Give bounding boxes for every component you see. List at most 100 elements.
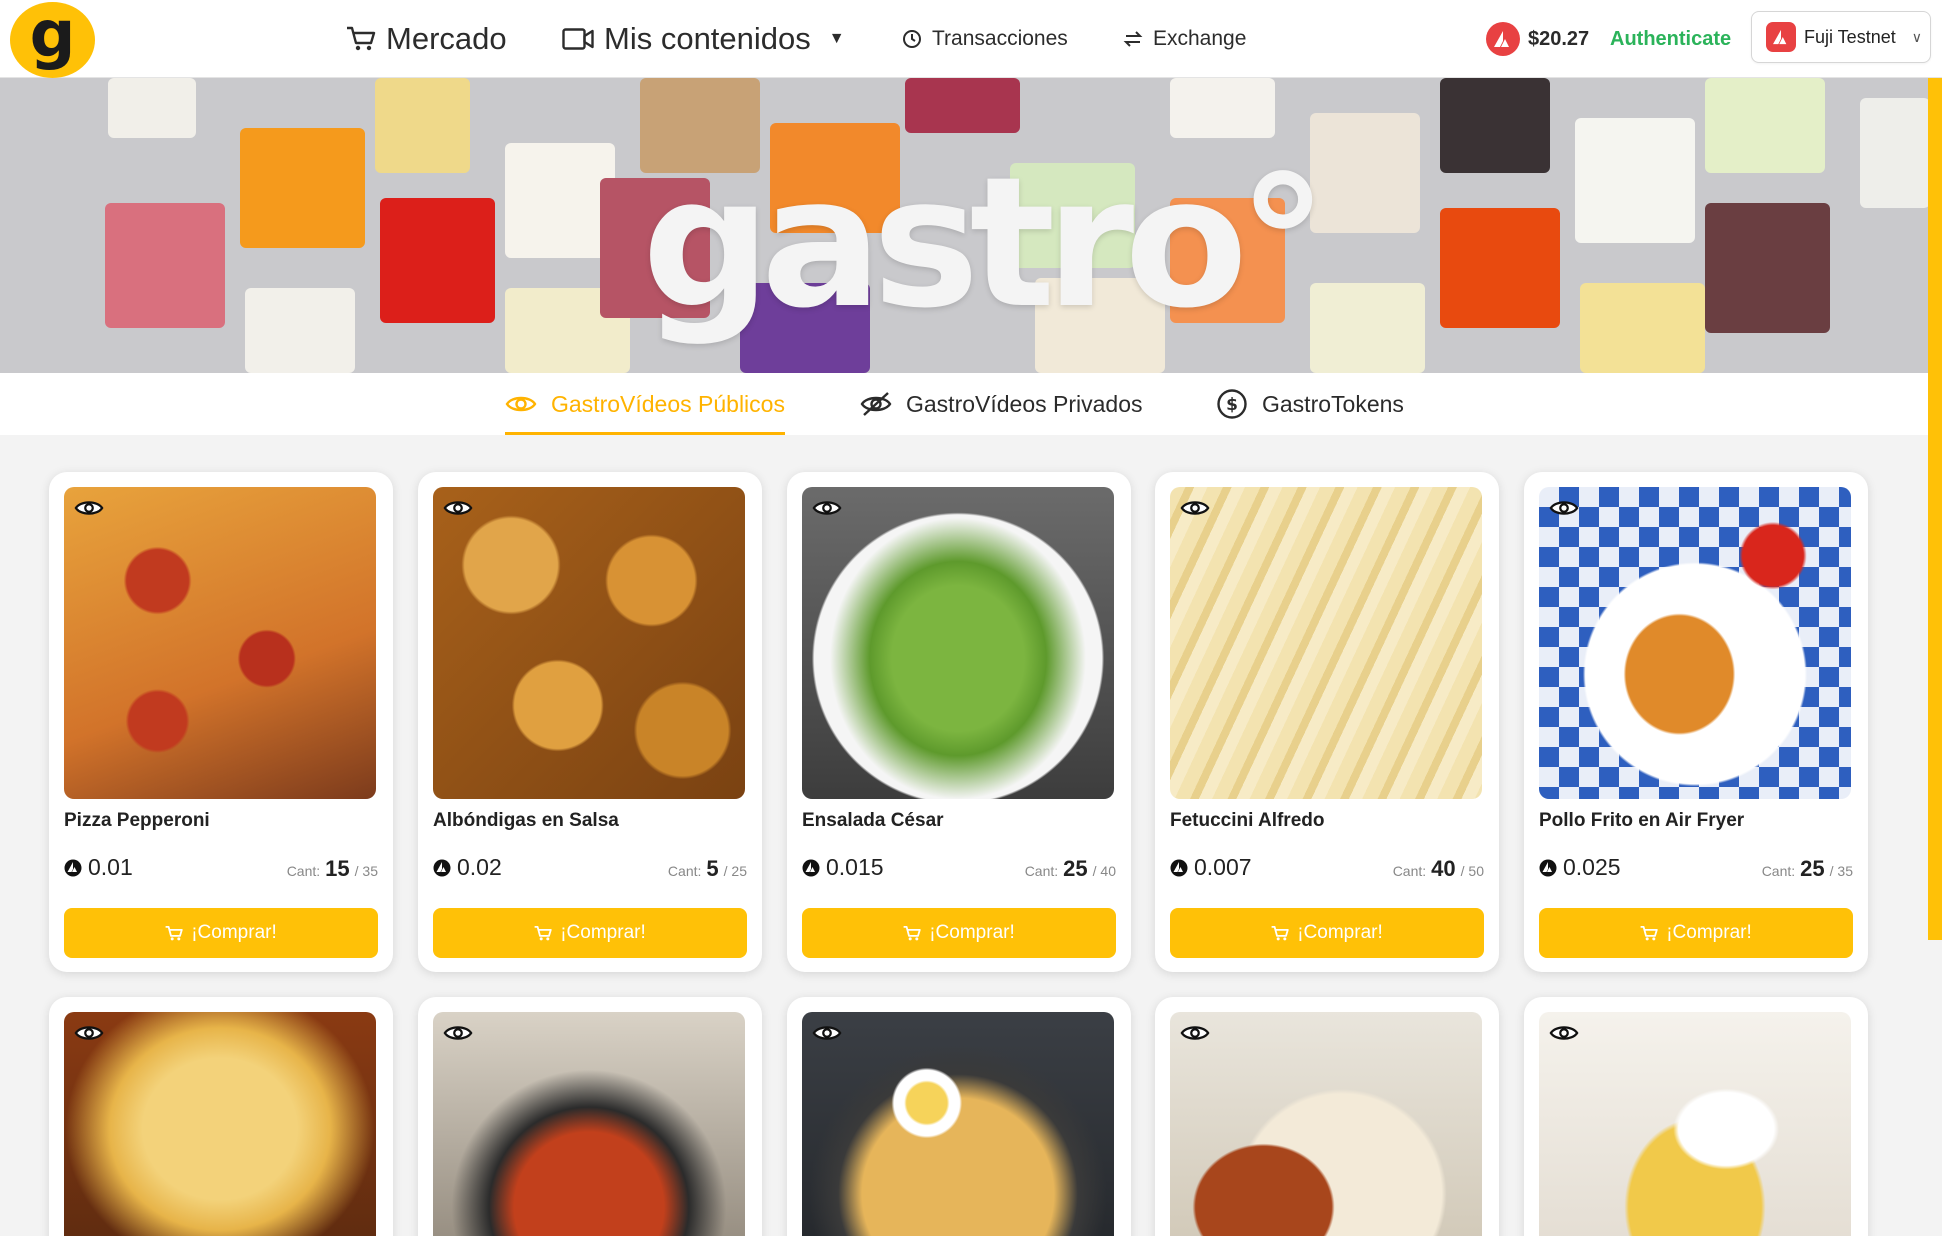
eye-icon xyxy=(1549,1026,1579,1040)
food-cube xyxy=(380,198,495,323)
eye-icon xyxy=(812,1026,842,1040)
food-cube xyxy=(1440,208,1560,328)
wallet-balance: $20.27 xyxy=(1486,19,1589,59)
quantity-available: 25 xyxy=(1800,856,1825,881)
product-price-value: 0.01 xyxy=(88,854,133,880)
buy-button[interactable]: ¡Comprar! xyxy=(1170,908,1484,958)
product-card[interactable] xyxy=(418,997,762,1236)
eye-icon xyxy=(443,1026,473,1040)
product-card[interactable] xyxy=(1524,997,1868,1236)
eye-icon xyxy=(443,501,473,515)
product-quantity: Cant: 40 / 50 xyxy=(1393,856,1484,882)
chevron-down-icon: ∨ xyxy=(1911,28,1922,45)
buy-button-label: ¡Comprar! xyxy=(191,922,277,943)
product-price: 0.015 xyxy=(802,854,884,881)
nav-transactions-label: Transacciones xyxy=(932,27,1068,50)
food-cube xyxy=(1170,78,1275,138)
product-card[interactable] xyxy=(787,997,1131,1236)
quantity-label: Cant: xyxy=(1761,863,1796,879)
quantity-available: 5 xyxy=(706,856,719,881)
product-thumbnail[interactable] xyxy=(802,487,1114,799)
nav-transactions[interactable]: Transacciones xyxy=(902,0,1068,78)
product-thumbnail[interactable] xyxy=(802,1012,1114,1236)
food-cube xyxy=(1860,98,1928,208)
buy-button[interactable]: ¡Comprar! xyxy=(802,908,1116,958)
product-card[interactable]: Albóndigas en Salsa 0.02 Cant: 5 / 25 ¡C… xyxy=(418,472,762,972)
eye-icon xyxy=(1180,1026,1210,1040)
food-cube xyxy=(1310,283,1425,373)
quantity-label: Cant: xyxy=(1024,863,1059,879)
product-card[interactable]: Pollo Frito en Air Fryer 0.025 Cant: 25 … xyxy=(1524,472,1868,972)
food-cube xyxy=(905,78,1020,133)
nav-my-contents[interactable]: Mis contenidos ▼ xyxy=(562,0,845,78)
eye-icon xyxy=(1549,501,1579,515)
product-thumbnail[interactable] xyxy=(433,487,745,799)
eye-off-icon xyxy=(860,392,892,416)
product-thumbnail[interactable] xyxy=(1539,487,1851,799)
quantity-available: 25 xyxy=(1063,856,1088,881)
gastro-brand-title: gastro° xyxy=(642,138,1328,348)
food-cube xyxy=(1440,78,1550,173)
product-thumbnail[interactable] xyxy=(1170,487,1482,799)
avalanche-price-icon xyxy=(802,859,820,876)
product-price: 0.025 xyxy=(1539,854,1621,881)
network-name: Fuji Testnet xyxy=(1804,26,1896,47)
product-card[interactable]: Pizza Pepperoni 0.01 Cant: 15 / 35 ¡Comp… xyxy=(49,472,393,972)
buy-button-label: ¡Comprar! xyxy=(1666,922,1752,943)
page-scrollbar[interactable] xyxy=(1928,78,1942,940)
product-price: 0.01 xyxy=(64,854,133,881)
food-cube xyxy=(105,203,225,328)
product-price: 0.02 xyxy=(433,854,502,881)
product-thumbnail[interactable] xyxy=(64,1012,376,1236)
cart-icon xyxy=(1271,925,1289,940)
product-thumbnail[interactable] xyxy=(1170,1012,1482,1236)
product-name: Albóndigas en Salsa xyxy=(433,810,619,831)
product-card[interactable]: Fetuccini Alfredo 0.007 Cant: 40 / 50 ¡C… xyxy=(1155,472,1499,972)
product-quantity: Cant: 25 / 35 xyxy=(1762,856,1853,882)
product-name: Pizza Pepperoni xyxy=(64,810,210,831)
cart-icon xyxy=(165,925,183,940)
history-icon xyxy=(903,30,921,48)
tab-private-videos[interactable]: GastroVídeos Privados xyxy=(860,373,1143,435)
nav-exchange[interactable]: Exchange xyxy=(1123,0,1246,78)
tab-private-videos-label: GastroVídeos Privados xyxy=(906,390,1143,417)
product-thumbnail[interactable] xyxy=(1539,1012,1851,1236)
buy-button-label: ¡Comprar! xyxy=(560,922,646,943)
food-cube xyxy=(1580,283,1705,373)
eye-icon xyxy=(1180,501,1210,515)
product-name: Ensalada César xyxy=(802,810,944,831)
tab-gastro-tokens-label: GastroTokens xyxy=(1262,390,1404,417)
food-cube xyxy=(108,78,196,138)
quantity-available: 40 xyxy=(1431,856,1456,881)
nav-exchange-label: Exchange xyxy=(1153,27,1247,50)
food-cube xyxy=(1705,78,1825,173)
product-price-value: 0.007 xyxy=(1194,854,1252,880)
product-price-value: 0.015 xyxy=(826,854,884,880)
buy-button[interactable]: ¡Comprar! xyxy=(64,908,378,958)
product-quantity: Cant: 25 / 40 xyxy=(1025,856,1116,882)
tab-gastro-tokens[interactable]: $ GastroTokens xyxy=(1216,373,1404,435)
food-cube xyxy=(1705,203,1830,333)
top-navbar: g Mercado Mis contenidos ▼ Transacciones… xyxy=(0,0,1942,78)
quantity-total: / 35 xyxy=(354,863,378,879)
product-card[interactable]: Ensalada César 0.015 Cant: 25 / 40 ¡Comp… xyxy=(787,472,1131,972)
product-card[interactable] xyxy=(49,997,393,1236)
product-price-value: 0.02 xyxy=(457,854,502,880)
product-thumbnail[interactable] xyxy=(433,1012,745,1236)
food-cube xyxy=(245,288,355,373)
authenticate-button[interactable]: Authenticate xyxy=(1610,0,1731,78)
quantity-total: / 35 xyxy=(1829,863,1853,879)
nav-market[interactable]: Mercado xyxy=(346,0,507,78)
gastro-logo[interactable]: g xyxy=(10,2,95,78)
buy-button[interactable]: ¡Comprar! xyxy=(1539,908,1853,958)
eye-icon xyxy=(505,396,537,412)
network-selector[interactable]: Fuji Testnet ∨ xyxy=(1751,11,1931,63)
avalanche-price-icon xyxy=(1170,859,1188,876)
buy-button-label: ¡Comprar! xyxy=(1297,922,1383,943)
quantity-label: Cant: xyxy=(1392,863,1427,879)
avalanche-price-icon xyxy=(1539,859,1557,876)
product-card[interactable] xyxy=(1155,997,1499,1236)
buy-button[interactable]: ¡Comprar! xyxy=(433,908,747,958)
product-thumbnail[interactable] xyxy=(64,487,376,799)
tab-public-videos[interactable]: GastroVídeos Públicos xyxy=(505,373,785,435)
